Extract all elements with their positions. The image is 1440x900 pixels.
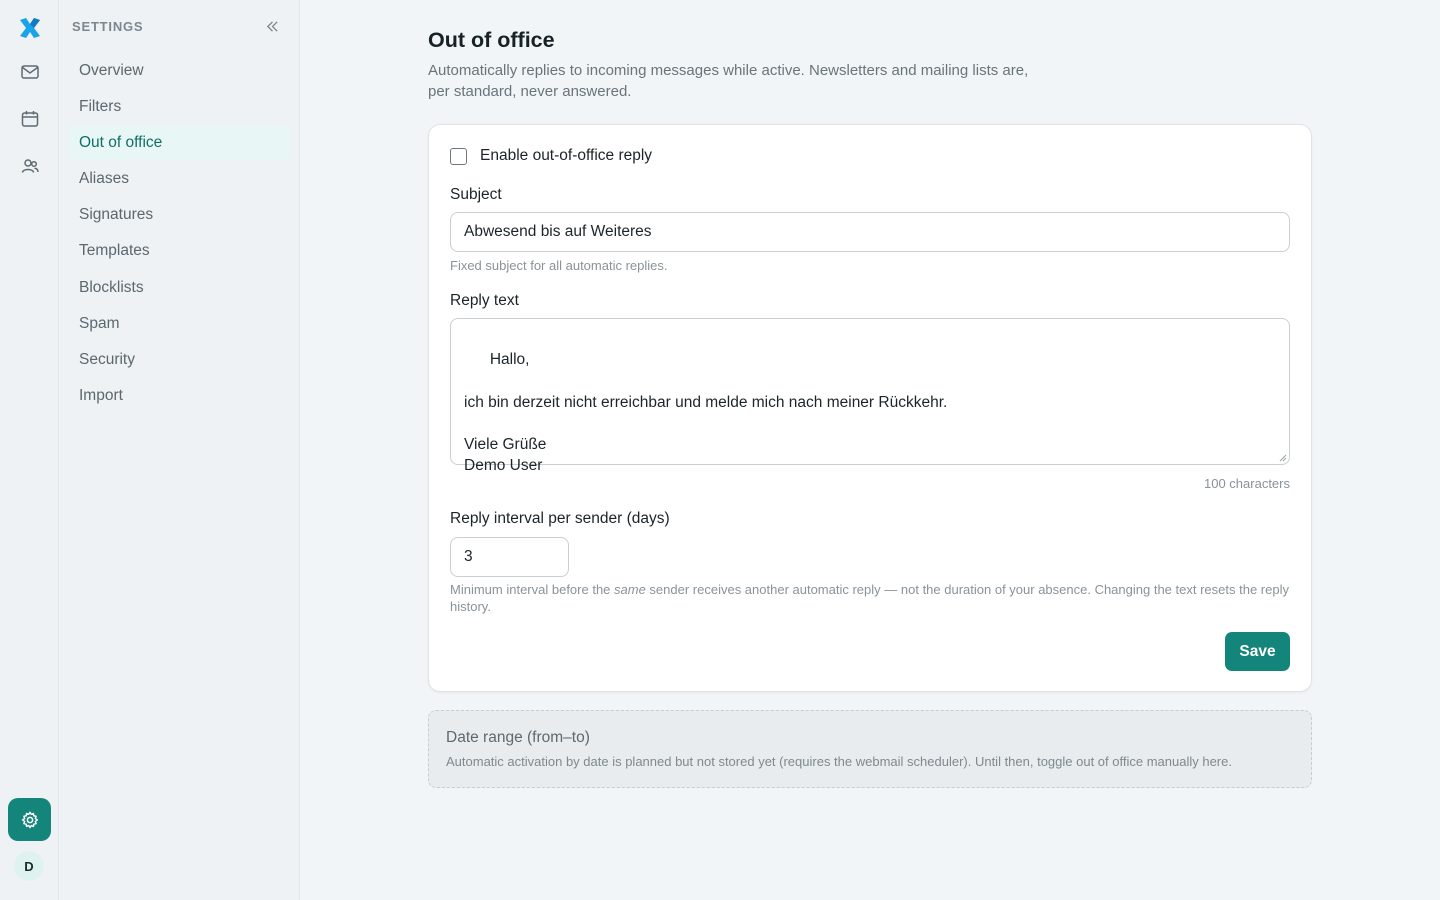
sidebar-item-aliases[interactable]: Aliases (68, 162, 290, 196)
page-title: Out of office (428, 28, 555, 52)
interval-label: Reply interval per sender (days) (450, 510, 670, 527)
sidebar-header: SETTINGS (72, 17, 282, 35)
subject-hint: Fixed subject for all automatic replies. (450, 258, 668, 273)
settings-sidebar: SETTINGS Overview Filters Out of office … (60, 0, 300, 900)
calendar-icon[interactable] (15, 104, 44, 133)
interval-hint-before: Minimum interval before the (450, 582, 615, 597)
contacts-icon[interactable] (15, 151, 44, 180)
character-count: 100 characters (1204, 476, 1290, 491)
interval-input[interactable]: 3 (450, 537, 569, 577)
page-description: Automatically replies to incoming messag… (428, 62, 1029, 100)
out-of-office-form: Enable out-of-office reply Subject Abwes… (428, 124, 1312, 692)
interval-hint-emphasis: same (614, 582, 646, 597)
sidebar-item-out-of-office[interactable]: Out of office (68, 126, 290, 161)
settings-nav: Overview Filters Out of office Aliases S… (68, 54, 290, 415)
logo-icon[interactable] (16, 14, 44, 42)
enable-label: Enable out-of-office reply (480, 147, 653, 164)
app-rail: D (0, 0, 59, 900)
sidebar-item-blocklists[interactable]: Blocklists (68, 271, 290, 305)
chevrons-left-icon (266, 20, 278, 32)
sidebar-item-spam[interactable]: Spam (68, 307, 290, 341)
enable-checkbox[interactable] (450, 147, 467, 165)
sidebar-item-import[interactable]: Import (68, 379, 290, 413)
collapse-sidebar-button[interactable] (262, 16, 282, 36)
enable-row[interactable]: Enable out-of-office reply (450, 147, 652, 165)
date-range-description: Automatic activation by date is planned … (446, 754, 1232, 769)
date-range-title: Date range (from–to) (446, 729, 590, 746)
sidebar-title: SETTINGS (72, 18, 144, 34)
sidebar-item-templates[interactable]: Templates (68, 234, 290, 268)
interval-hint: Minimum interval before the same sender … (450, 581, 1290, 615)
settings-button[interactable] (8, 798, 51, 841)
reply-text-value: Hallo, ich bin derzeit nicht erreichbar … (464, 351, 948, 475)
resize-grip-icon[interactable] (1277, 452, 1287, 462)
sidebar-item-filters[interactable]: Filters (68, 90, 290, 124)
save-button[interactable]: Save (1225, 632, 1290, 671)
subject-input[interactable]: Abwesend bis auf Weiteres (450, 212, 1290, 252)
date-range-section: Date range (from–to) Automatic activatio… (428, 710, 1312, 788)
interval-value: 3 (464, 548, 473, 565)
sidebar-item-security[interactable]: Security (68, 343, 290, 377)
avatar[interactable]: D (14, 851, 44, 881)
reply-text-input[interactable]: Hallo, ich bin derzeit nicht erreichbar … (450, 318, 1290, 474)
subject-value: Abwesend bis auf Weiteres (464, 223, 652, 240)
sidebar-item-signatures[interactable]: Signatures (68, 198, 290, 232)
sidebar-item-overview[interactable]: Overview (68, 54, 290, 88)
reply-text-label: Reply text (450, 292, 519, 309)
subject-label: Subject (450, 186, 502, 203)
mail-icon[interactable] (15, 57, 44, 86)
settings-icon (21, 810, 38, 829)
